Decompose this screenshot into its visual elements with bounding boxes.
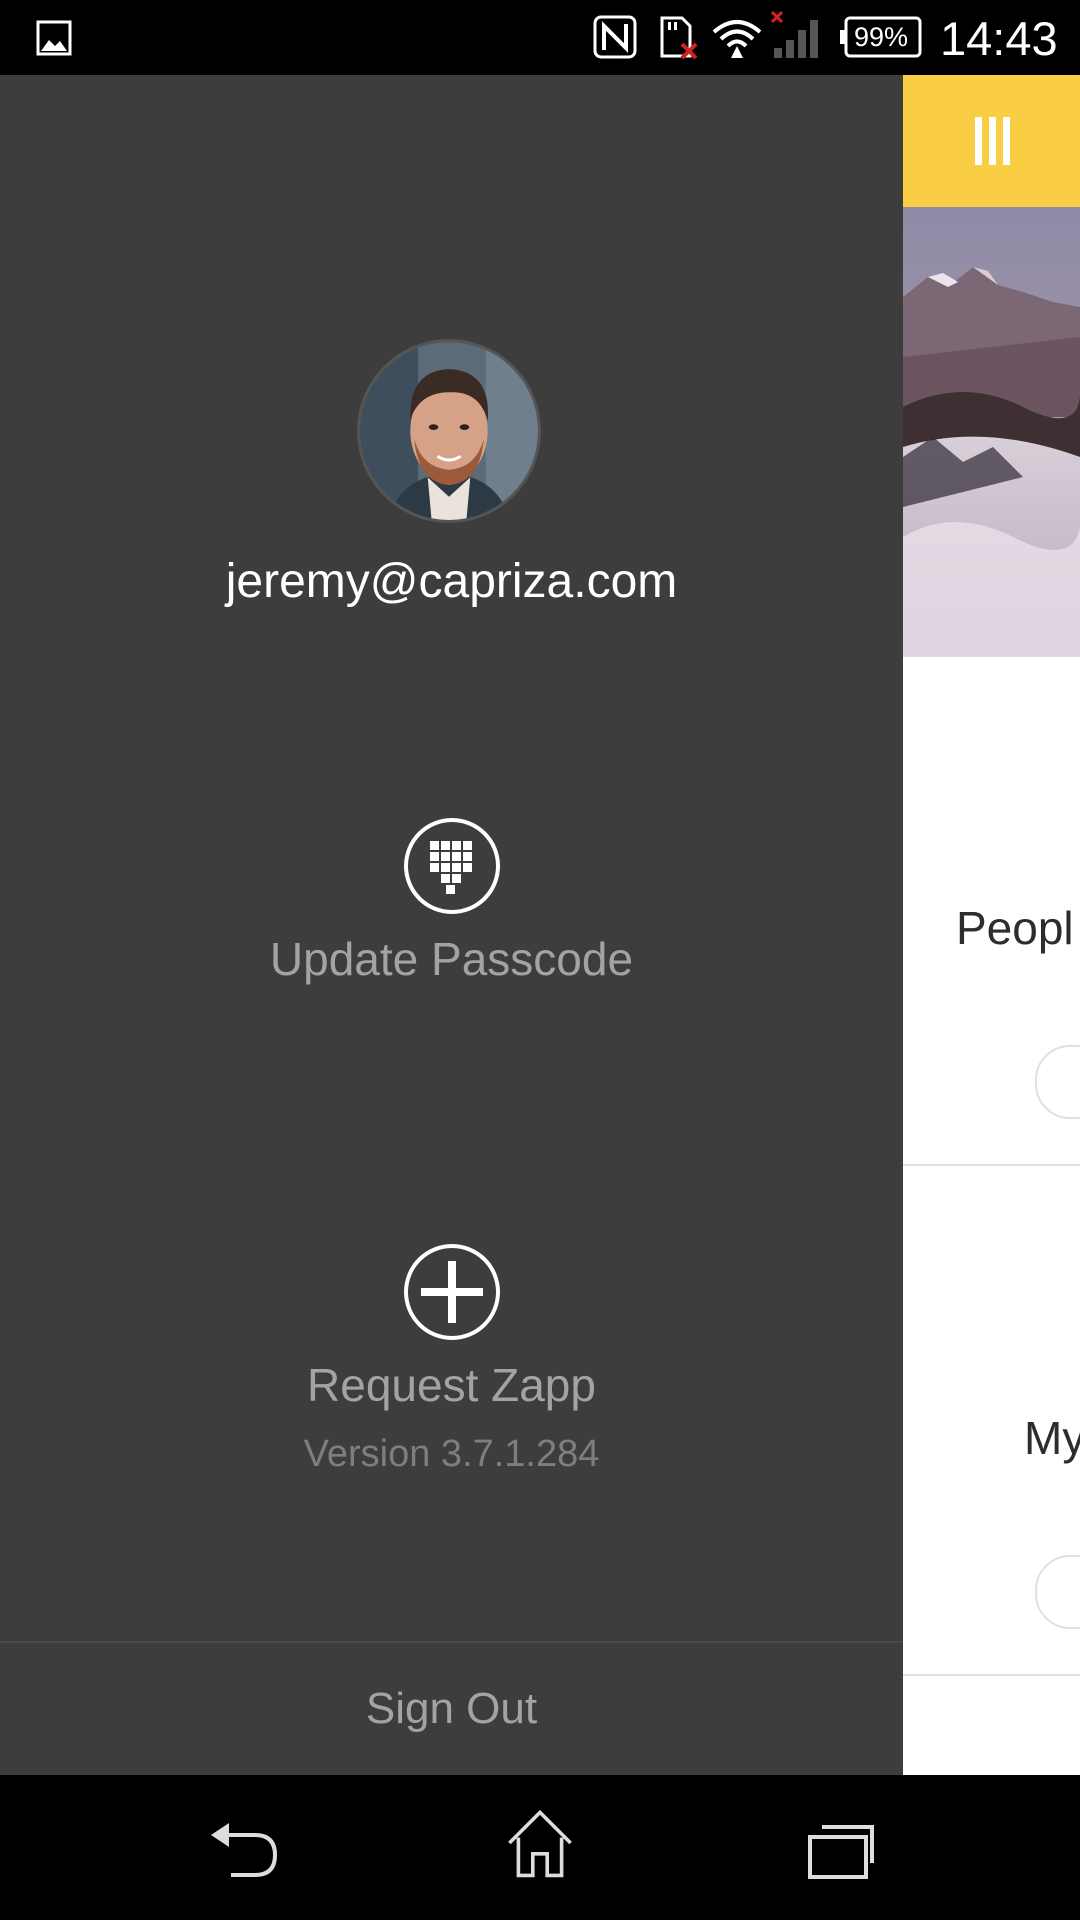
sd-card-error-icon xyxy=(660,16,698,60)
status-clock: 14:43 xyxy=(940,12,1058,65)
wifi-icon xyxy=(712,20,762,58)
app-toggle[interactable] xyxy=(1035,1045,1080,1119)
update-passcode-label: Update Passcode xyxy=(269,933,634,985)
divider xyxy=(903,1674,1080,1676)
version-text: Version 3.7.1.284 xyxy=(303,1433,600,1475)
hero-landscape-image xyxy=(903,207,1080,657)
image-icon xyxy=(36,20,72,56)
recents-icon[interactable] xyxy=(800,1813,880,1885)
system-nav-bar xyxy=(0,1775,1080,1920)
request-zapp-label: Request Zapp xyxy=(307,1359,596,1411)
home-icon[interactable] xyxy=(500,1807,580,1879)
navigation-drawer: jeremy@capriza.com Update Passcode Reque… xyxy=(0,75,903,1775)
app-header xyxy=(903,75,1080,207)
sign-out-button[interactable]: Sign Out xyxy=(0,1643,903,1775)
back-icon[interactable] xyxy=(203,1813,283,1885)
battery-level: 99% xyxy=(853,22,909,52)
no-signal-icon xyxy=(770,10,818,58)
app-toggle[interactable] xyxy=(1035,1555,1080,1629)
divider xyxy=(903,1164,1080,1166)
request-zapp-button[interactable]: Request Zapp xyxy=(0,1243,903,1413)
avatar-photo xyxy=(360,342,538,520)
update-passcode-button[interactable]: Update Passcode xyxy=(0,817,903,987)
app-list-label: My xyxy=(1024,1412,1080,1464)
status-bar: 99% 14:43 xyxy=(0,0,1080,75)
plus-circle-icon xyxy=(403,1244,500,1340)
user-email: jeremy@capriza.com xyxy=(225,555,678,608)
app-page: Peopl My xyxy=(903,75,1080,1775)
keypad-icon xyxy=(403,818,500,914)
menu-icon[interactable] xyxy=(971,117,1015,165)
nfc-icon xyxy=(593,15,637,59)
app-list-label: Peopl xyxy=(956,902,1074,954)
avatar xyxy=(357,339,541,523)
